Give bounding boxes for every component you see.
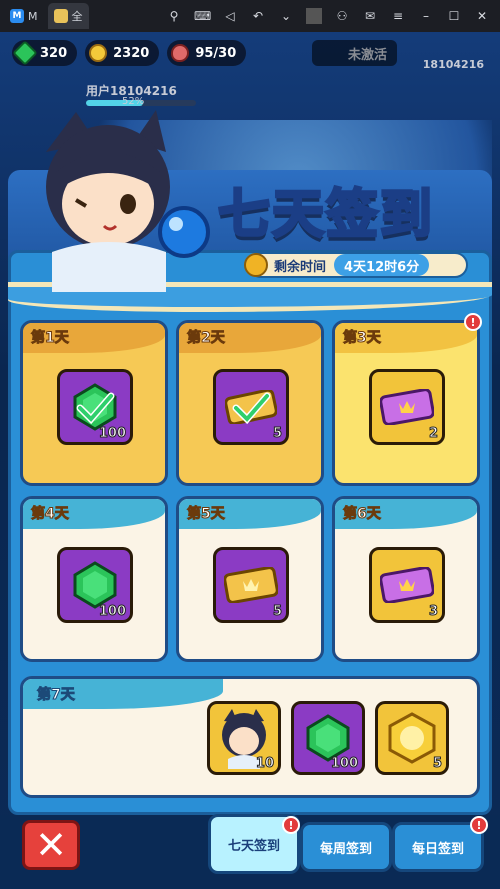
purple-ticket-icon <box>380 567 434 603</box>
stamina-value: 95/30 <box>195 45 237 61</box>
day-label: 第3天 <box>343 330 382 347</box>
undo-icon[interactable]: ↶ <box>250 9 266 23</box>
day-card-6[interactable]: 第6天 3 <box>332 496 480 662</box>
gem-icon <box>306 714 350 762</box>
reward-qty: 100 <box>330 756 358 772</box>
day-card-3[interactable]: 第3天 2 <box>332 320 480 486</box>
close-button[interactable]: ✕ <box>22 820 80 870</box>
reward-qty: 100 <box>98 604 126 620</box>
mail-icon[interactable]: ✉ <box>362 9 378 23</box>
close-icon[interactable]: ✕ <box>474 9 490 23</box>
day-card-2[interactable]: 第2天 5 <box>176 320 324 486</box>
reward-qty: 2 <box>428 426 438 442</box>
day-label: 第7天 <box>37 687 76 704</box>
tab-app-label: M <box>28 9 38 23</box>
app-logo-icon: M <box>10 9 24 23</box>
meat-icon <box>171 44 190 62</box>
reward-slot: 10 <box>207 701 281 775</box>
countdown-value: 4天12时6分 <box>334 254 430 276</box>
gem-counter[interactable]: 320 <box>12 40 78 66</box>
maximize-icon[interactable]: ☐ <box>446 9 462 23</box>
day-card-4[interactable]: 第4天 100 <box>20 496 168 662</box>
reward-slot: 5 <box>213 369 289 445</box>
tab-game[interactable]: 全 <box>47 3 89 29</box>
tab-daily[interactable]: 每日签到 <box>392 822 484 872</box>
alert-badge: ! <box>464 313 482 331</box>
event-title: 七天签到 <box>216 184 435 247</box>
day-card-7[interactable]: 第7天 10 100 5 <box>20 676 480 798</box>
reward-qty: 10 <box>255 756 274 772</box>
reward-qty: 5 <box>272 426 282 442</box>
gold-value: 2320 <box>113 45 150 61</box>
clock-icon <box>244 253 268 277</box>
gold-ticket-icon <box>224 567 278 603</box>
reward-slot: 5 <box>375 701 449 775</box>
reward-qty: 3 <box>428 604 438 620</box>
reward-slot: 100 <box>57 547 133 623</box>
reward-slot: 3 <box>369 547 445 623</box>
stamina-counter[interactable]: 95/30 <box>167 40 247 66</box>
countdown: 剩余时间 4天12时6分 <box>244 252 468 278</box>
currency-hud: 320 2320 95/30 <box>12 40 247 66</box>
gold-counter[interactable]: 2320 <box>85 40 160 66</box>
reward-qty: 100 <box>98 426 126 442</box>
alert-badge: ! <box>282 816 300 834</box>
game-logo-icon <box>53 9 68 23</box>
gem-icon <box>73 561 117 609</box>
tab-game-label: 全 <box>71 10 83 23</box>
day-card-1[interactable]: 第1天 100 <box>20 320 168 486</box>
purple-ticket-icon <box>380 389 434 425</box>
reward-slot: 5 <box>213 547 289 623</box>
check-icon <box>76 392 115 425</box>
tab-app[interactable]: M M <box>4 3 44 29</box>
reward-slot: 100 <box>291 701 365 775</box>
reward-slot: 100 <box>57 369 133 445</box>
user-id: 18104216 <box>422 58 484 71</box>
gem-icon <box>12 40 38 66</box>
check-icon <box>232 392 271 425</box>
hero-character <box>46 110 210 292</box>
reward-qty: 5 <box>272 604 282 620</box>
gold-coin-icon <box>388 712 436 764</box>
pin-icon[interactable]: ⚲ <box>166 9 182 23</box>
reward-slot: 2 <box>369 369 445 445</box>
gold-icon <box>89 44 108 62</box>
tab-weekly[interactable]: 每周签到 <box>300 822 392 872</box>
keyboard-icon[interactable]: ⌨ <box>194 9 211 23</box>
menu-icon[interactable]: ≡ <box>390 9 406 23</box>
alert-badge: ! <box>470 816 488 834</box>
account-icon[interactable]: ⚇ <box>334 9 350 23</box>
gem-value: 320 <box>40 45 68 61</box>
day-label: 第5天 <box>187 506 226 523</box>
divider <box>306 8 322 24</box>
day-card-5[interactable]: 第5天 5 <box>176 496 324 662</box>
day-label: 第2天 <box>187 330 226 347</box>
chevron-down-icon[interactable]: ⌄ <box>278 9 294 23</box>
window-titlebar: M M 全 ⚲ ⌨ ◁ ↶ ⌄ ⚇ ✉ ≡ – ☐ ✕ <box>0 0 500 32</box>
minimize-icon[interactable]: – <box>418 9 434 23</box>
countdown-label: 剩余时间 <box>274 259 327 275</box>
reward-qty: 5 <box>432 756 442 772</box>
volume-icon[interactable]: ◁ <box>222 9 238 23</box>
day-label: 第4天 <box>31 506 70 523</box>
day-label: 第6天 <box>343 506 382 523</box>
day-label: 第1天 <box>31 330 70 347</box>
inactive-badge[interactable]: 未激活 <box>312 40 398 66</box>
